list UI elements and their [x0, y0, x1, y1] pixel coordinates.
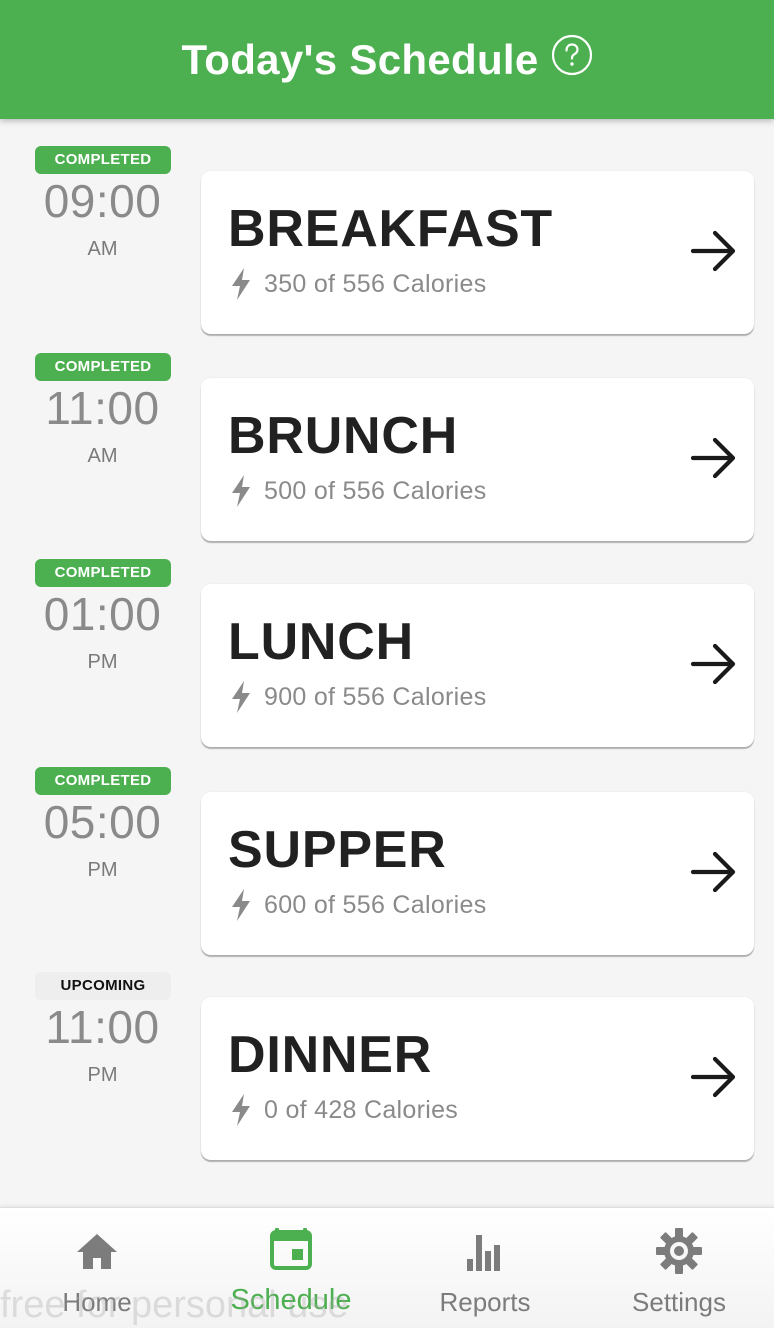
nav-item-home[interactable]: Home [0, 1208, 194, 1328]
meal-row: UPCOMING 11:00 PM DINNER 0 of 428 Calori… [0, 972, 774, 1161]
meal-card-dinner[interactable]: DINNER 0 of 428 Calories [201, 997, 754, 1160]
meal-time: COMPLETED 11:00 AM [20, 326, 185, 490]
status-badge: COMPLETED [35, 353, 171, 381]
meal-time: COMPLETED 09:00 AM [20, 119, 185, 283]
lightning-icon [232, 475, 250, 507]
meal-card-lunch[interactable]: LUNCH 900 of 556 Calories [201, 584, 754, 747]
meal-schedule-list: COMPLETED 09:00 AM BREAKFAST 350 of 556 … [0, 119, 774, 1207]
meal-row: COMPLETED 11:00 AM BRUNCH 500 of 556 Cal… [0, 353, 774, 542]
meal-card-breakfast[interactable]: BREAKFAST 350 of 556 Calories [201, 171, 754, 334]
meal-name: BREAKFAST [228, 200, 553, 258]
arrow-right-icon[interactable] [690, 227, 738, 275]
nav-item-settings[interactable]: Settings [582, 1208, 774, 1328]
meal-time: COMPLETED 05:00 PM [20, 740, 185, 904]
calorie-summary: 350 of 556 Calories [229, 266, 487, 302]
calorie-summary: 500 of 556 Calories [229, 473, 487, 509]
meal-name: DINNER [228, 1026, 433, 1084]
status-badge: COMPLETED [35, 559, 171, 587]
page-title: Today's Schedule [181, 35, 539, 83]
time-period: AM [87, 238, 118, 260]
meal-name: LUNCH [228, 613, 414, 671]
calorie-summary: 600 of 556 Calories [229, 887, 487, 923]
nav-label: Home [62, 1287, 132, 1317]
meal-row: COMPLETED 09:00 AM BREAKFAST 350 of 556 … [0, 146, 774, 335]
nav-label: Schedule [230, 1284, 352, 1316]
calorie-text: 900 of 556 Calories [264, 682, 487, 711]
time-period: AM [87, 445, 118, 467]
time-period: PM [87, 859, 118, 881]
time-value: 01:00 [43, 588, 162, 640]
lightning-icon [232, 1094, 250, 1126]
meal-row: COMPLETED 05:00 PM SUPPER 600 of 556 Cal… [0, 767, 774, 956]
lightning-icon [232, 268, 250, 300]
time-value: 11:00 [45, 382, 160, 434]
time-period: PM [87, 1064, 118, 1086]
meal-time: COMPLETED 01:00 PM [20, 532, 185, 696]
nav-item-schedule[interactable]: Schedule [194, 1208, 388, 1328]
help-icon[interactable] [551, 34, 593, 76]
arrow-right-icon[interactable] [690, 848, 738, 896]
gear-icon [656, 1228, 702, 1274]
bar-chart-icon [467, 1235, 500, 1271]
arrow-right-icon[interactable] [690, 434, 738, 482]
arrow-right-icon[interactable] [690, 1053, 738, 1101]
nav-label: Settings [632, 1287, 726, 1317]
lightning-icon [232, 681, 250, 713]
status-badge: UPCOMING [35, 972, 171, 1000]
time-value: 11:00 [45, 1001, 160, 1053]
meal-name: BRUNCH [228, 407, 459, 465]
calorie-text: 0 of 428 Calories [264, 1095, 459, 1124]
nav-label: Reports [439, 1287, 531, 1317]
meal-row: COMPLETED 01:00 PM LUNCH 900 of 556 Calo… [0, 559, 774, 748]
app-header: Today's Schedule [0, 0, 774, 119]
bottom-navigation: Home Schedule Reports Settings [0, 1207, 774, 1328]
calorie-text: 600 of 556 Calories [264, 890, 487, 919]
calendar-icon [270, 1228, 312, 1270]
nav-item-reports[interactable]: Reports [388, 1208, 582, 1328]
meal-time: UPCOMING 11:00 PM [20, 945, 185, 1109]
time-value: 05:00 [43, 796, 162, 848]
meal-name: SUPPER [228, 821, 447, 879]
calorie-summary: 900 of 556 Calories [229, 679, 487, 715]
meal-card-brunch[interactable]: BRUNCH 500 of 556 Calories [201, 378, 754, 541]
home-icon [77, 1234, 117, 1269]
time-period: PM [87, 651, 118, 673]
status-badge: COMPLETED [35, 146, 171, 174]
lightning-icon [232, 889, 250, 921]
status-badge: COMPLETED [35, 767, 171, 795]
calorie-text: 500 of 556 Calories [264, 476, 487, 505]
time-value: 09:00 [43, 175, 162, 227]
calorie-text: 350 of 556 Calories [264, 269, 487, 298]
meal-card-supper[interactable]: SUPPER 600 of 556 Calories [201, 792, 754, 955]
arrow-right-icon[interactable] [690, 640, 738, 688]
calorie-summary: 0 of 428 Calories [229, 1092, 458, 1128]
